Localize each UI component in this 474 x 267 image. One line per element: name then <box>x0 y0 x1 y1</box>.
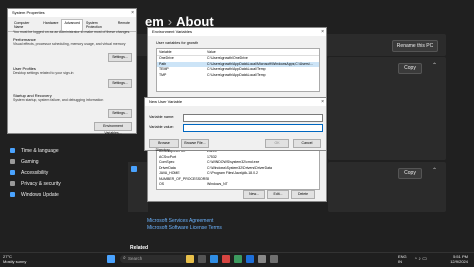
user-profiles-settings-button[interactable]: Settings... <box>108 79 132 88</box>
edge-icon[interactable] <box>210 255 218 263</box>
app-icon[interactable] <box>234 255 242 263</box>
start-icon[interactable] <box>107 255 115 263</box>
browse-file-button[interactable]: Browse File... <box>181 139 209 148</box>
sidebar-item-gaming[interactable]: Gaming <box>2 156 126 167</box>
file-explorer-icon[interactable] <box>186 255 194 263</box>
services-agreement-link[interactable]: Microsoft Services Agreement <box>147 218 222 225</box>
related-heading: Related <box>130 245 149 251</box>
windows-specs-card <box>328 162 446 212</box>
new-user-variable-dialog: New User Variable × Variable name: Variab… <box>144 97 327 152</box>
variable-value-input[interactable] <box>183 124 323 132</box>
system-variables-table: ACSetupSvcPort23210 ACSvcPort17532 ComSp… <box>156 149 320 190</box>
shield-icon <box>10 181 15 186</box>
sidebar-item-accessibility[interactable]: Accessibility <box>2 167 126 178</box>
startup-recovery-group: Startup and Recovery System startup, sys… <box>13 93 104 102</box>
settings-icon[interactable] <box>258 255 266 263</box>
startup-settings-button[interactable]: Settings... <box>108 109 132 118</box>
license-terms-link[interactable]: Microsoft Software License Terms <box>147 225 222 232</box>
system-new-button[interactable]: New... <box>243 190 265 199</box>
taskbar-search[interactable]: Search <box>120 255 188 263</box>
clock-globe-icon <box>10 148 15 153</box>
title-bar: New User Variable × <box>145 98 326 106</box>
system-delete-button[interactable]: Delete <box>291 190 315 199</box>
user-variables-label: User variables for growth <box>156 41 199 45</box>
table-header: Variable Value <box>157 49 319 56</box>
table-row[interactable]: OS Windows_NT <box>157 182 319 188</box>
system-edit-button[interactable]: Edit... <box>267 190 289 199</box>
copy-device-specs-button[interactable]: Copy <box>398 63 422 74</box>
accessibility-icon <box>10 170 15 175</box>
user-variables-table: Variable Value OneDrive C:\Users\growth\On… <box>156 48 320 92</box>
admin-note: You must be logged on as an Administrato… <box>13 30 131 34</box>
store-icon[interactable] <box>246 255 254 263</box>
close-icon[interactable]: × <box>321 98 324 106</box>
settings-sidebar: Time & language Gaming Accessibility Pri… <box>2 145 126 200</box>
gamepad-icon <box>10 159 15 164</box>
app-icon[interactable] <box>270 255 278 263</box>
legal-links: Microsoft Services Agreement Microsoft S… <box>147 218 222 232</box>
wifi-volume-battery-icons[interactable]: ◔ ♪ ▭ <box>414 256 427 262</box>
clock[interactable]: 5:51 PM 12/9/2024 <box>438 254 468 264</box>
title-bar: System Properties × <box>8 9 136 17</box>
sidebar-item-time-language[interactable]: Time & language <box>2 145 126 156</box>
title-bar: Environment Variables × <box>148 28 326 36</box>
weather-widget[interactable]: 27°C Mostly sunny <box>3 254 26 264</box>
table-row[interactable]: TMP C:\Users\growth\AppData\Local\Temp <box>157 73 319 79</box>
cancel-button[interactable]: Cancel <box>293 139 321 148</box>
device-specs-card <box>328 57 446 160</box>
environment-variables-button[interactable]: Environment Variables... <box>94 122 132 135</box>
sidebar-item-privacy-security[interactable]: Privacy & security <box>2 178 126 189</box>
windows-logo-icon <box>131 166 137 172</box>
copy-windows-specs-button[interactable]: Copy <box>398 168 422 179</box>
system-properties-dialog: System Properties × Computer Name Hardwar… <box>7 8 137 135</box>
sidebar-item-windows-update[interactable]: Windows Update <box>2 189 126 200</box>
variable-value-label: Variable value: <box>149 125 174 129</box>
task-view-icon[interactable] <box>198 255 206 263</box>
performance-group: Performance Visual effects, processor sc… <box>13 37 126 46</box>
language-indicator[interactable]: ENG IN <box>398 254 407 264</box>
chevron-up-icon[interactable]: ⌃ <box>432 167 437 174</box>
close-icon[interactable]: × <box>131 9 134 17</box>
update-icon <box>10 192 15 197</box>
variable-name-label: Variable name: <box>149 115 175 119</box>
variable-name-input[interactable] <box>183 114 323 122</box>
close-icon[interactable]: × <box>321 28 324 36</box>
ok-button[interactable]: OK <box>265 139 289 148</box>
rename-pc-button[interactable]: Rename this PC <box>392 40 438 52</box>
performance-settings-button[interactable]: Settings... <box>108 53 132 62</box>
app-icon[interactable] <box>222 255 230 263</box>
chevron-up-icon[interactable]: ⌃ <box>432 62 437 69</box>
browse-directory-button[interactable]: Browse Directory... <box>149 139 179 152</box>
user-profiles-group: User Profiles Desktop settings related t… <box>13 66 74 75</box>
search-icon: ⌕ <box>123 255 126 261</box>
